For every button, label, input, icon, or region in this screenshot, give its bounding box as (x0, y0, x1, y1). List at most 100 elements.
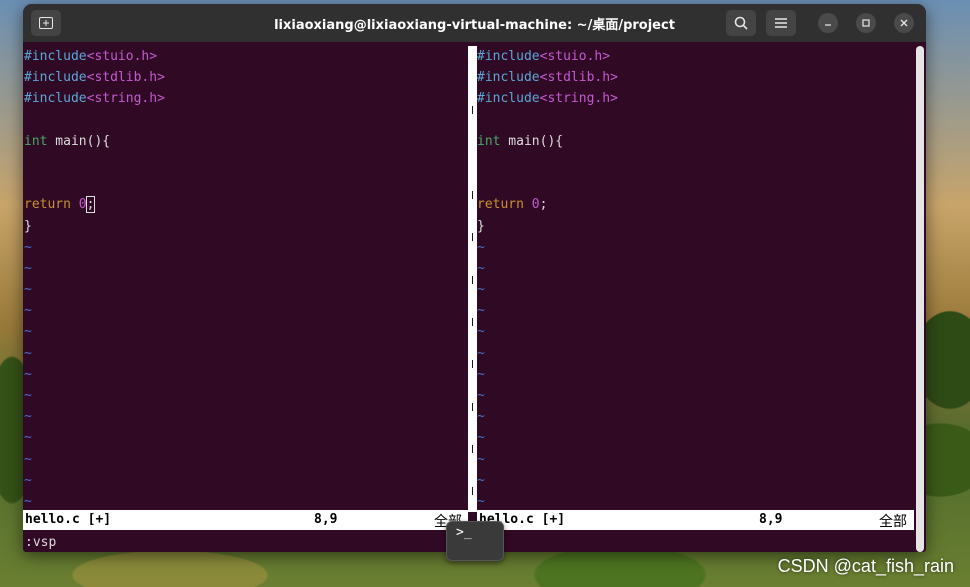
empty-line-marker: ~ (24, 303, 32, 319)
code-line[interactable]: #include<stuio.h> (24, 46, 467, 67)
code-token: #include (477, 91, 540, 107)
divider-dash (472, 445, 473, 453)
code-token: #include (24, 91, 87, 107)
code-line[interactable] (24, 152, 467, 173)
code-line[interactable] (477, 173, 913, 194)
code-line[interactable]: } (24, 216, 467, 237)
empty-line-marker: ~ (24, 324, 32, 340)
code-line[interactable]: #include<stdlib.h> (477, 67, 913, 88)
code-line[interactable] (477, 110, 913, 131)
status-line-right: hello.c [+] 8,9 全部 (477, 510, 914, 530)
code-token: <string.h> (539, 91, 618, 107)
code-line[interactable]: #include<string.h> (477, 88, 913, 109)
empty-line-marker: ~ (477, 239, 485, 255)
code-line[interactable]: #include<stuio.h> (477, 46, 913, 67)
empty-line-marker: ~ (24, 260, 32, 276)
close-icon (900, 19, 908, 27)
status-scroll-indicator: 全部 (879, 514, 907, 530)
empty-line-marker: ~ (24, 388, 32, 403)
status-cursor-position: 8,9 (314, 512, 338, 527)
code-token: #include (477, 70, 540, 86)
code-line[interactable]: #include<string.h> (24, 88, 467, 109)
empty-line-marker: ~ (477, 345, 485, 361)
empty-line-marker: ~ (477, 409, 485, 425)
empty-line-marker: ~ (477, 451, 485, 467)
empty-line-marker: ~ (24, 472, 32, 488)
empty-line-marker: ~ (24, 239, 32, 255)
code-token: int (477, 133, 501, 149)
code-line[interactable]: #include<stdlib.h> (24, 67, 467, 88)
empty-line-marker: ~ (24, 345, 32, 361)
code-token: #include (24, 70, 87, 86)
empty-line-marker: ~ (24, 366, 32, 382)
scrollbar[interactable] (916, 46, 924, 552)
empty-line-marker: ~ (477, 282, 485, 298)
divider-dash (472, 191, 473, 199)
divider-dash (472, 233, 473, 241)
divider-dash (472, 487, 473, 495)
menu-button[interactable] (766, 10, 796, 36)
code-token: 0 (531, 197, 540, 213)
code-token: <string.h> (86, 91, 165, 107)
text-cursor: ; (85, 196, 96, 214)
search-button[interactable] (726, 10, 756, 36)
code-token: int (24, 133, 48, 149)
code-line[interactable] (477, 152, 913, 173)
code-token: main(){ (500, 133, 564, 149)
divider-dash (472, 318, 473, 326)
search-icon (734, 16, 748, 30)
empty-line-marker: ~ (477, 472, 485, 488)
code-line[interactable]: return 0; (24, 194, 467, 215)
empty-line-marker: ~ (24, 409, 32, 425)
code-token: <stuio.h> (86, 49, 158, 64)
divider-dash (472, 276, 473, 284)
status-filename: hello.c [+] (25, 512, 112, 527)
divider-dash (472, 403, 473, 411)
maximize-button[interactable] (856, 13, 876, 33)
code-line[interactable]: int main(){ (24, 131, 467, 152)
status-cursor-position: 8,9 (759, 512, 783, 527)
code-line[interactable] (24, 173, 467, 194)
minimize-icon (825, 24, 831, 26)
code-token: <stdlib.h> (86, 70, 165, 86)
minimize-button[interactable] (818, 13, 838, 33)
empty-line-marker: ~ (24, 493, 32, 509)
empty-line-marker: ~ (477, 366, 485, 382)
divider-dash (472, 106, 473, 114)
hamburger-menu-icon (775, 18, 787, 28)
editor-pane-left[interactable]: #include<stuio.h> #include<stdlib.h> #in… (24, 46, 467, 510)
empty-line-marker: ~ (24, 282, 32, 298)
code-token: main(){ (47, 133, 111, 149)
code-line[interactable]: return 0; (477, 194, 913, 215)
empty-line-marker: ~ (477, 493, 485, 509)
terminal-dock-icon[interactable]: >_ (446, 521, 504, 561)
empty-line-marker: ~ (477, 430, 485, 446)
command-line[interactable]: :vsp (25, 535, 56, 550)
code-token: return (477, 197, 524, 213)
code-token: 0 (78, 197, 87, 213)
code-token: ; (539, 197, 548, 213)
terminal-prompt-icon: >_ (456, 525, 472, 540)
code-line[interactable]: int main(){ (477, 131, 913, 152)
maximize-icon (862, 19, 870, 27)
empty-line-marker: ~ (477, 324, 485, 340)
watermark: CSDN @cat_fish_rain (777, 556, 954, 576)
empty-line-marker: ~ (477, 388, 485, 403)
code-token: <stuio.h> (539, 49, 611, 64)
code-line[interactable]: } (477, 216, 913, 237)
title-bar[interactable]: lixiaoxiang@lixiaoxiang-virtual-machine:… (23, 4, 926, 42)
empty-line-marker: ~ (477, 260, 485, 276)
close-button[interactable] (894, 13, 914, 33)
editor-pane-right[interactable]: #include<stuio.h> #include<stdlib.h> #in… (477, 46, 913, 510)
code-token: #include (477, 49, 540, 64)
empty-line-marker: ~ (24, 451, 32, 467)
status-line-left: hello.c [+] 8,9 全部 (23, 510, 468, 530)
empty-line-marker: ~ (477, 303, 485, 319)
code-line[interactable] (24, 110, 467, 131)
split-divider[interactable] (468, 46, 477, 512)
terminal-window[interactable]: lixiaoxiang@lixiaoxiang-virtual-machine:… (23, 4, 926, 552)
code-token: return (24, 197, 71, 213)
divider-dash (472, 360, 473, 368)
